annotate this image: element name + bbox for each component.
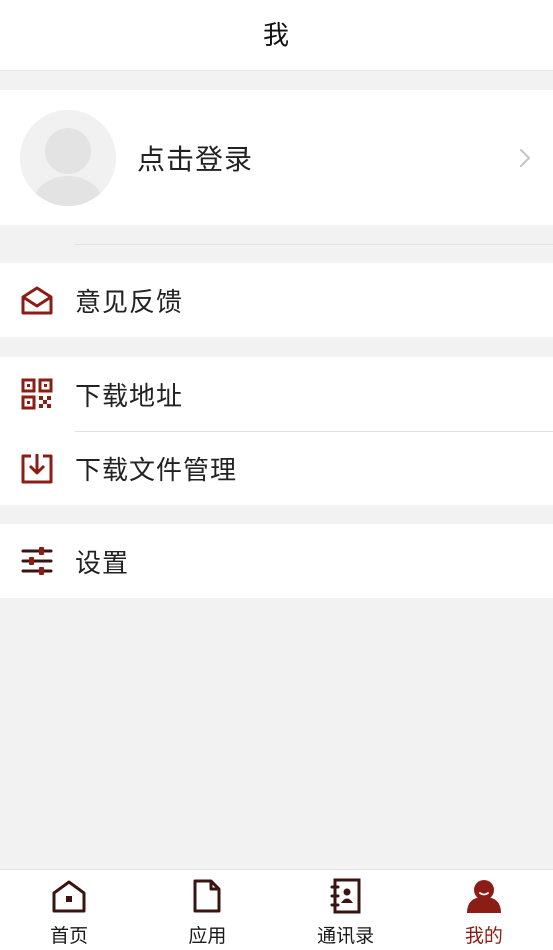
menu-group-feedback: 意见反馈 — [0, 263, 553, 337]
home-icon — [50, 877, 88, 915]
tab-me-label: 我的 — [464, 925, 503, 947]
download-address-item[interactable]: 下载地址 — [0, 357, 553, 431]
settings-item[interactable]: 设置 — [0, 524, 553, 598]
user-icon — [465, 877, 503, 915]
tab-apps[interactable]: 应用 — [138, 870, 276, 950]
feedback-item[interactable]: 意见反馈 — [0, 263, 553, 337]
login-card[interactable]: 点击登录 — [0, 90, 553, 225]
tab-contacts[interactable]: 通讯录 — [277, 870, 415, 950]
qr-code-icon — [20, 377, 54, 411]
chevron-right-icon — [519, 148, 531, 172]
download-address-label: 下载地址 — [75, 381, 184, 412]
profile-page: 我 点击登录 意见反馈 下载地址 下载文件管理 设置 首页 应用 通讯录 我的 — [0, 0, 553, 950]
login-label: 点击登录 — [137, 142, 254, 176]
tab-apps-label: 应用 — [188, 925, 227, 947]
tab-contacts-label: 通讯录 — [317, 925, 375, 947]
settings-label: 设置 — [75, 548, 130, 579]
menu-group-downloads: 下载地址 下载文件管理 — [0, 357, 553, 505]
tab-me[interactable]: 我的 — [415, 870, 553, 950]
feedback-label: 意见反馈 — [75, 287, 184, 318]
default-avatar-icon — [20, 109, 116, 206]
document-icon — [188, 877, 226, 915]
envelope-open-icon — [20, 283, 54, 317]
download-tray-icon — [20, 451, 54, 485]
sliders-icon — [20, 544, 54, 578]
contacts-book-icon — [327, 877, 365, 915]
menu-group-settings: 设置 — [0, 524, 553, 598]
bottom-tab-bar: 首页 应用 通讯录 我的 — [0, 869, 553, 950]
tab-home-label: 首页 — [50, 925, 89, 947]
page-title: 我 — [262, 20, 290, 51]
download-manager-item[interactable]: 下载文件管理 — [0, 431, 553, 505]
tab-home[interactable]: 首页 — [0, 870, 138, 950]
separator-line — [75, 244, 553, 245]
download-manager-label: 下载文件管理 — [75, 455, 238, 486]
top-bar: 我 — [0, 0, 553, 71]
